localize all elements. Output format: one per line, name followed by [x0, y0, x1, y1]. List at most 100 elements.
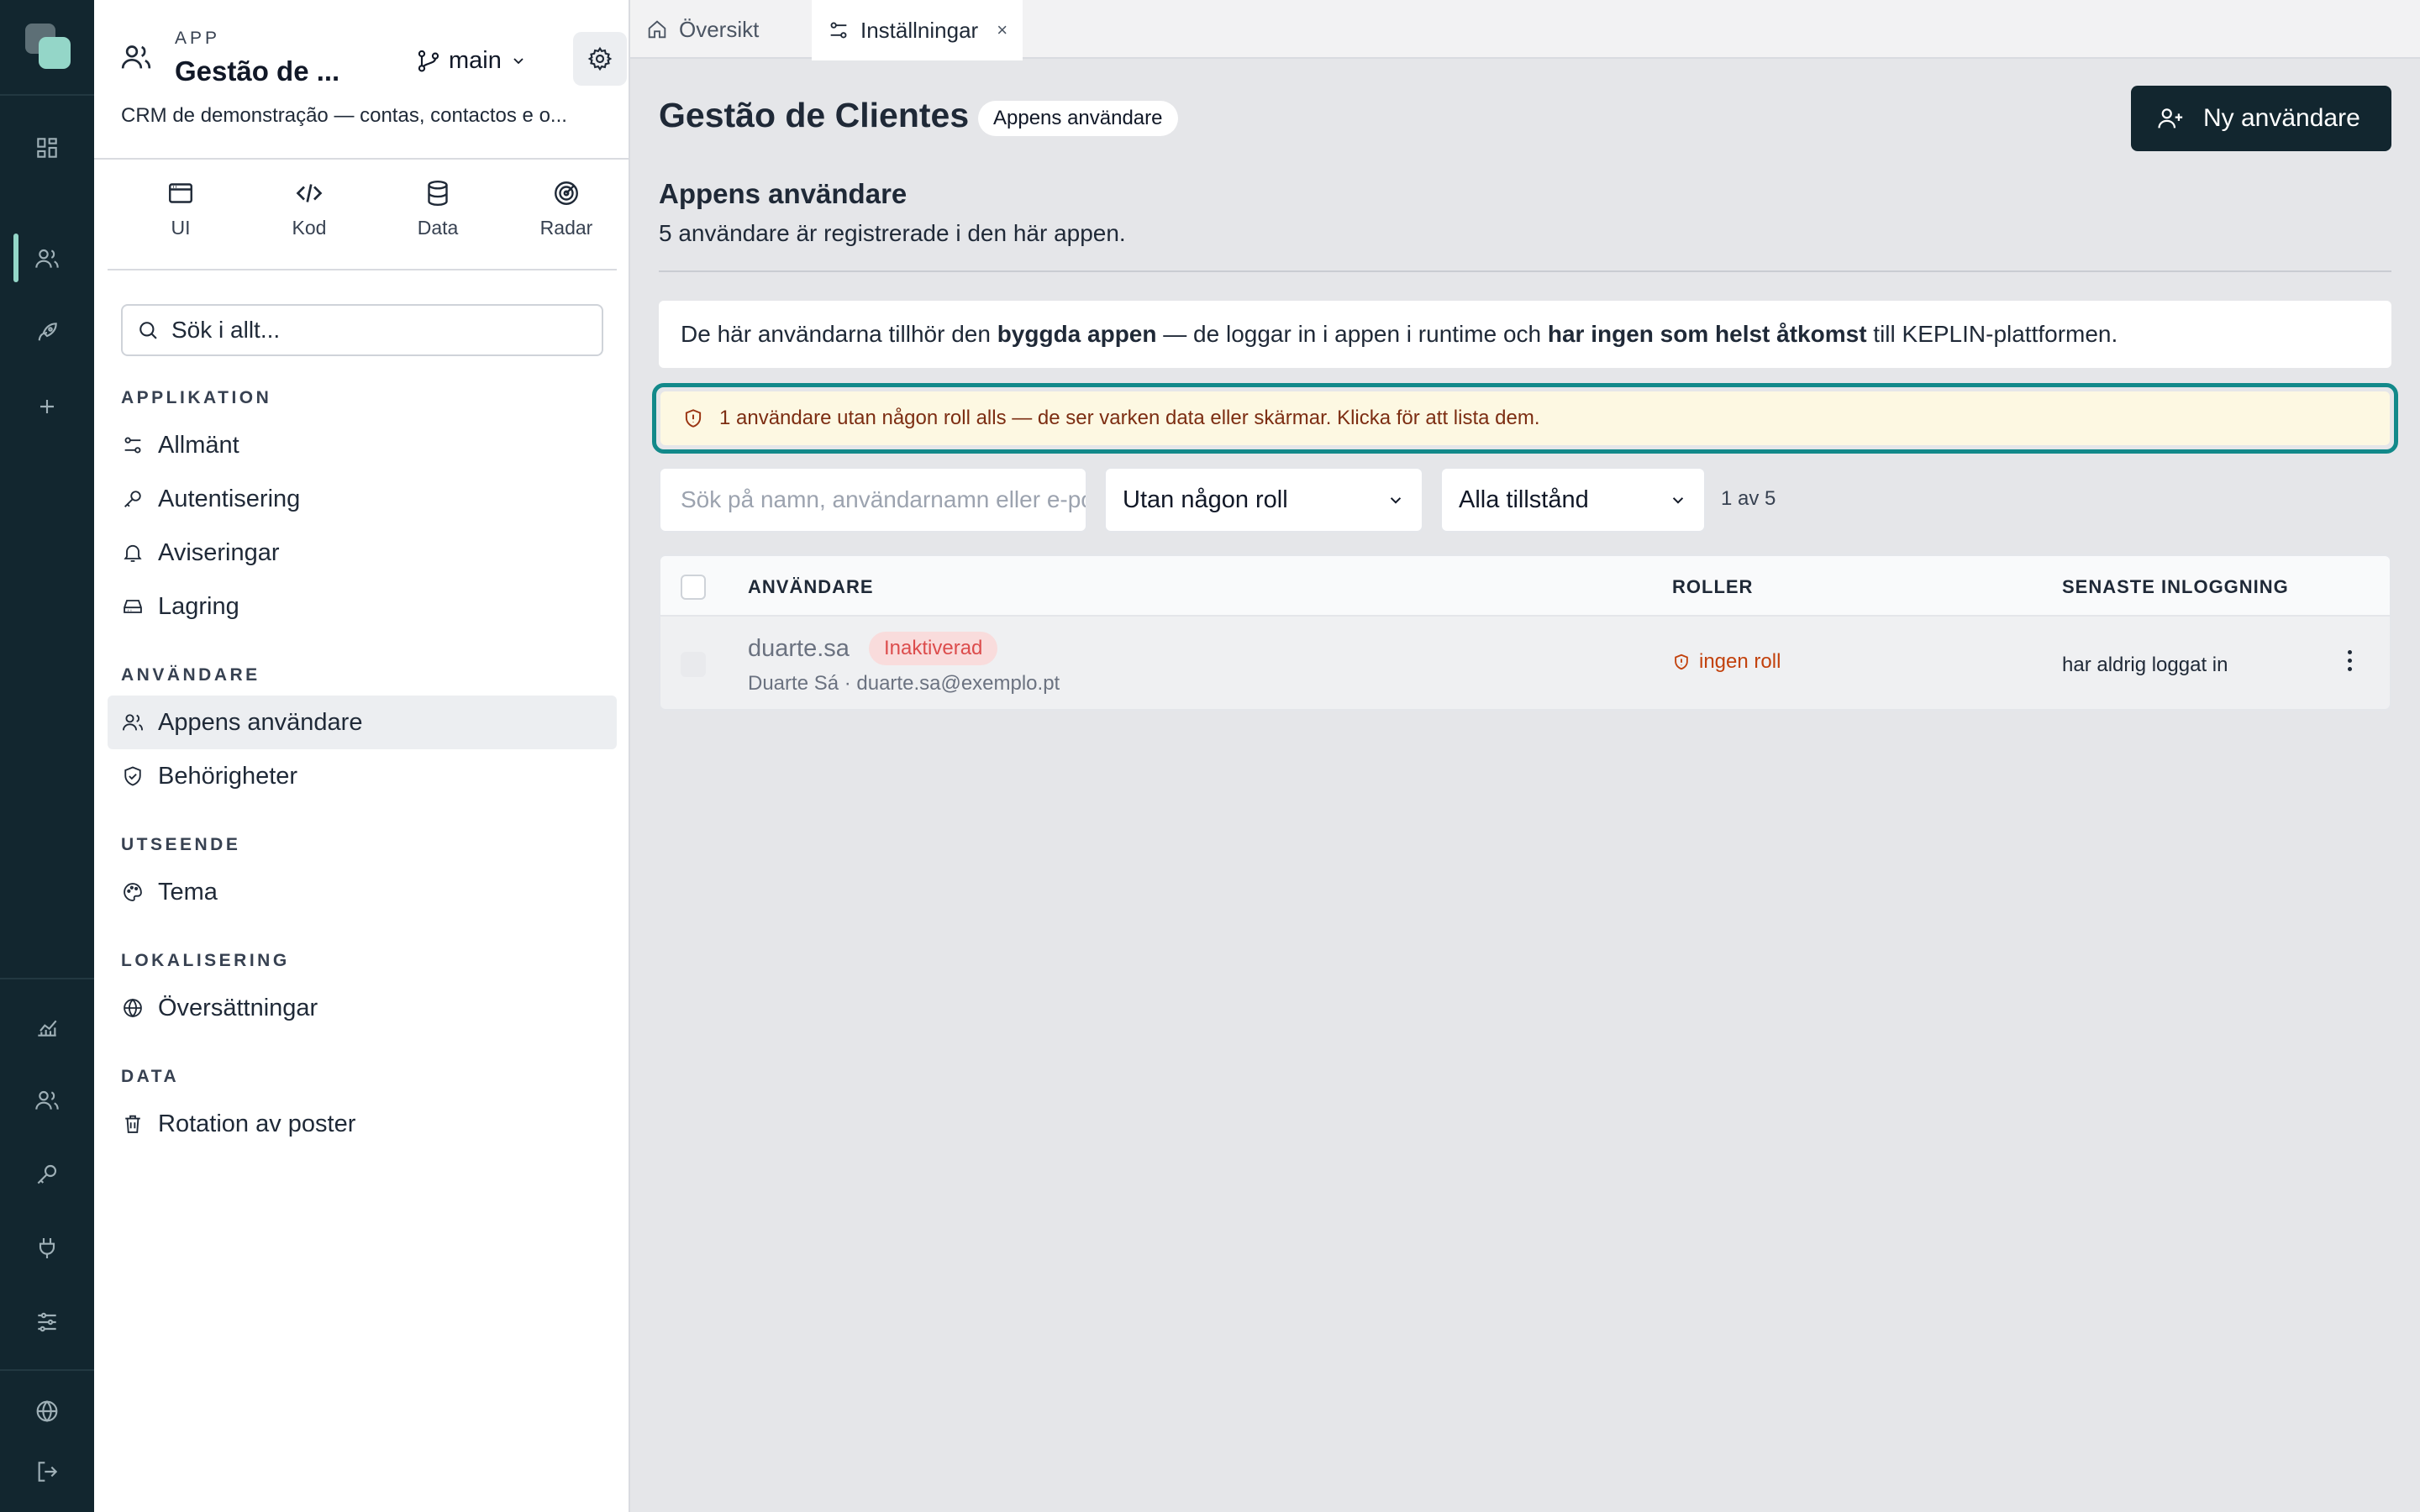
section-title-data: DATA: [121, 1067, 180, 1086]
rocket-icon[interactable]: [24, 309, 71, 356]
column-header-last-login[interactable]: SENASTE INLOGGNING: [2062, 576, 2289, 598]
shield-alert-icon: [682, 407, 704, 429]
shield-check-icon: [121, 764, 145, 788]
radar-icon: [551, 178, 581, 208]
dashboard-icon[interactable]: [24, 124, 71, 171]
database-icon: [423, 178, 453, 208]
username: duarte.sa: [748, 635, 850, 662]
tab-label: Översikt: [679, 16, 760, 42]
rail-divider: [0, 978, 94, 979]
mode-label: Kod: [292, 217, 327, 239]
close-icon[interactable]: ×: [997, 19, 1007, 41]
sidebar-item-allmant[interactable]: Allmänt: [108, 418, 617, 472]
globe-icon: [121, 996, 145, 1020]
app-description: CRM de demonstração — contas, contactos …: [121, 104, 567, 127]
users-icon[interactable]: [24, 235, 71, 282]
tab-label: Inställningar: [860, 17, 979, 43]
sidebar-item-behorigheter[interactable]: Behörigheter: [108, 749, 617, 803]
sidebar-item-autentisering[interactable]: Autentisering: [108, 472, 617, 526]
divider: [659, 270, 2391, 272]
sidebar-item-lagring[interactable]: Lagring: [108, 580, 617, 633]
info-text: — de loggar in i appen i runtime och: [1156, 321, 1548, 347]
sliders-icon: [121, 433, 145, 457]
column-header-user[interactable]: ANVÄNDARE: [748, 576, 874, 598]
page-title: Gestão de Clientes: [659, 96, 970, 134]
search-placeholder: Sök på namn, användarnamn eller e-post: [681, 486, 1087, 512]
section-title-applikation: APPLIKATION: [121, 388, 272, 407]
app-settings-button[interactable]: [573, 32, 627, 86]
table-header: ANVÄNDARE ROLLER SENASTE INLOGGNING: [660, 556, 2390, 617]
row-menu-icon[interactable]: [2341, 643, 2358, 677]
tab-oversikt[interactable]: Översikt: [630, 0, 774, 59]
role-cell: ingen roll: [1672, 650, 1781, 674]
sidebar-item-label: Appens användare: [158, 708, 363, 736]
globe-icon[interactable]: [24, 1388, 71, 1435]
info-text: till KEPLIN-plattformen.: [1866, 321, 2118, 347]
trash-icon: [121, 1112, 145, 1136]
plug-icon[interactable]: [24, 1225, 71, 1272]
platform-logo[interactable]: [25, 24, 71, 69]
column-header-roles[interactable]: ROLLER: [1672, 576, 1753, 598]
shield-alert-icon: [1672, 653, 1691, 671]
no-role-warning[interactable]: 1 användare utan någon roll alls — de se…: [660, 391, 2390, 445]
users-icon[interactable]: [24, 1077, 71, 1124]
chart-icon[interactable]: [24, 1003, 71, 1050]
sliders-icon[interactable]: [24, 1299, 71, 1346]
mode-ui[interactable]: UI: [134, 178, 227, 254]
sidebar-item-aviseringar[interactable]: Aviseringar: [108, 526, 617, 580]
sidebar-item-tema[interactable]: Tema: [108, 865, 617, 919]
palette-icon: [121, 880, 145, 904]
row-checkbox[interactable]: [681, 652, 706, 677]
app-rail: [0, 0, 94, 1512]
info-text: De här användarna tillhör den: [681, 321, 997, 347]
app-kicker: APP: [175, 29, 221, 48]
logout-icon[interactable]: [24, 1448, 71, 1495]
mode-radar[interactable]: Radar: [520, 178, 613, 254]
git-branch-icon: [415, 47, 442, 74]
sidebar-item-label: Aviseringar: [158, 538, 280, 566]
sidebar-item-label: Tema: [158, 878, 218, 906]
status-filter-select[interactable]: Alla tillstånd: [1440, 467, 1706, 533]
search-placeholder: Sök i allt...: [171, 317, 281, 343]
global-search-input[interactable]: Sök i allt...: [121, 304, 603, 356]
new-user-button[interactable]: Ny användare: [2131, 86, 2391, 151]
rail-active-indicator: [13, 234, 18, 282]
section-title-anvandare: ANVÄNDARE: [121, 665, 260, 685]
chevron-down-icon: [1385, 489, 1407, 511]
last-login: har aldrig loggat in: [2062, 654, 2228, 676]
info-bold: har ingen som helst åtkomst: [1547, 321, 1867, 347]
user-plus-icon: [2156, 104, 2185, 133]
divider: [94, 158, 630, 160]
users-icon: [121, 711, 145, 734]
info-bold: byggda appen: [997, 321, 1157, 347]
section-title-lokalisering: LOKALISERING: [121, 951, 290, 970]
sidebar-item-rotation-av-poster[interactable]: Rotation av poster: [108, 1097, 617, 1151]
browser-window-icon: [166, 178, 196, 208]
role-label: ingen roll: [1699, 650, 1781, 673]
gear-icon: [587, 45, 613, 72]
rail-divider: [0, 94, 94, 96]
mode-code[interactable]: Kod: [263, 178, 355, 254]
mode-label: Data: [417, 217, 459, 239]
select-all-checkbox[interactable]: [681, 575, 706, 600]
sidebar-item-label: Autentisering: [158, 485, 301, 512]
mode-data[interactable]: Data: [392, 178, 484, 254]
key-icon[interactable]: [24, 1151, 71, 1198]
role-filter-select[interactable]: Utan någon roll: [1104, 467, 1423, 533]
sidebar-item-oversattningar[interactable]: Översättningar: [108, 981, 617, 1035]
user-search-input[interactable]: Sök på namn, användarnamn eller e-post: [659, 467, 1087, 533]
mode-label: Radar: [539, 217, 593, 239]
new-user-label: Ny användare: [2203, 104, 2360, 132]
sidebar-item-appens-anvandare[interactable]: Appens användare: [108, 696, 617, 749]
sidebar-item-label: Allmänt: [158, 431, 239, 459]
result-count: 1 av 5: [1721, 487, 1776, 510]
warning-text: 1 användare utan någon roll alls — de se…: [719, 407, 1540, 429]
app-name: Gestão de ...: [175, 55, 340, 87]
branch-selector[interactable]: main: [415, 42, 529, 79]
section-title: Appens användare: [659, 178, 908, 209]
tab-installningar[interactable]: Inställningar ×: [812, 0, 1023, 60]
status-filter-value: Alla tillstånd: [1459, 486, 1589, 513]
rail-divider: [0, 1369, 94, 1371]
plus-icon[interactable]: [24, 383, 71, 430]
users-icon: [119, 40, 153, 74]
